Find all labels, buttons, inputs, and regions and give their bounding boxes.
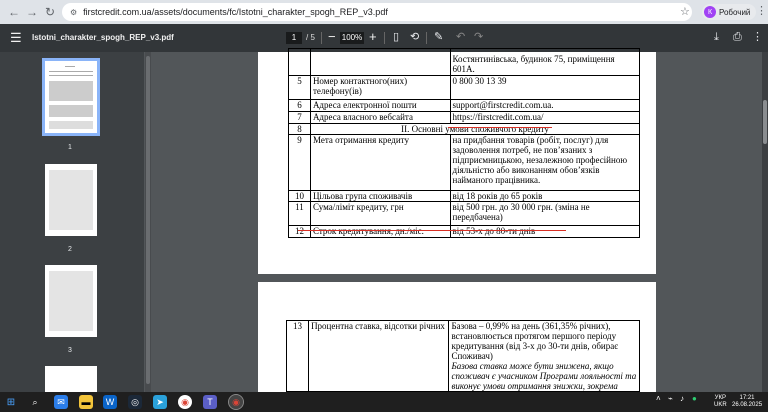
table-row: 9 Мета отримання кредиту на придбання то… [288, 134, 640, 191]
telegram-icon[interactable]: ➤ [153, 395, 167, 409]
thumbnail-label: 3 [68, 347, 72, 354]
forward-icon[interactable]: → [22, 2, 42, 22]
table-row: 6 Адреса електронної пошти support@first… [288, 99, 640, 112]
site-info-icon[interactable]: ⚙ [70, 8, 77, 17]
reload-icon[interactable]: ↻ [40, 2, 60, 22]
info-table: Костянтинівська, будинок 75, приміщення … [288, 48, 641, 238]
language-indicator[interactable]: УКР UKR [714, 395, 727, 409]
download-icon[interactable]: ⤓ [714, 31, 719, 44]
table-row: 10 Цільова група споживачів від 18 років… [288, 190, 640, 202]
sidebar-scrollbar[interactable] [146, 56, 150, 384]
profile-label: Робочий [719, 7, 751, 17]
table-row: 13 Процентна ставка, відсотки річних Баз… [285, 320, 640, 392]
main-scrollbar[interactable] [763, 100, 767, 144]
table-row: 7 Адреса власного вебсайта https://first… [288, 111, 640, 124]
toolbar-divider [321, 32, 322, 44]
windows-start-icon[interactable]: ⊞ [4, 395, 18, 409]
address-bar[interactable]: ⚙ firstcredit.com.ua/assets/documents/fc… [62, 3, 692, 21]
page-number-input[interactable]: 1 [286, 32, 302, 44]
table-row: 12 Строк кредитування, дн./міс. від 53-х… [288, 225, 640, 238]
search-icon[interactable]: ⌕ [28, 395, 42, 409]
pdf-file-name: Istotni_charakter_spogh_REP_v3.pdf [32, 33, 174, 42]
thumbnail-label: 1 [68, 144, 72, 151]
thumbnail-page-2[interactable] [45, 164, 97, 236]
pdf-page-2: 13 Процентна ставка, відсотки річних Баз… [258, 282, 656, 392]
zoom-in-button[interactable]: + [369, 29, 377, 44]
tray-chevron-icon[interactable]: ˄ [656, 395, 661, 403]
avatar: К [704, 6, 716, 18]
table-row: 11 Сума/ліміт кредиту, грн від 500 грн. … [288, 201, 640, 226]
website-link[interactable]: https://firstcredit.com.ua/ [449, 111, 640, 124]
zoom-level-input[interactable]: 100% [340, 32, 364, 44]
thumbnail-sidebar: 1 2 3 [0, 52, 144, 392]
rate-note: Базова ставка може бути знижена, якщо сп… [451, 361, 637, 391]
table-row: Костянтинівська, будинок 75, приміщення … [288, 48, 640, 76]
print-icon[interactable]: ⎙ [733, 31, 742, 44]
toolbar-divider [426, 32, 427, 44]
thumbnail-label: 2 [68, 246, 72, 253]
file-explorer-icon[interactable]: ▬ [79, 395, 93, 409]
annotate-icon[interactable]: ✎ [434, 31, 443, 44]
bookmark-star-icon[interactable]: ☆ [680, 5, 690, 18]
volume-icon[interactable]: ♪ [680, 395, 684, 403]
redo-icon[interactable]: ↷ [474, 31, 483, 44]
undo-icon[interactable]: ↶ [456, 31, 465, 44]
rate-table: 13 Процентна ставка, відсотки річних Баз… [285, 320, 640, 392]
network-icon[interactable]: ⌁ [668, 395, 673, 403]
highlight-underline [448, 127, 552, 128]
thumbnail-page-3[interactable] [45, 265, 97, 337]
back-icon[interactable]: ← [4, 2, 24, 22]
word-icon[interactable]: W [103, 395, 117, 409]
url-text: firstcredit.com.ua/assets/documents/fc/I… [83, 7, 388, 17]
steam-icon[interactable]: ◎ [128, 395, 142, 409]
menu-icon[interactable]: ☰ [10, 31, 22, 44]
toolbar-divider [384, 32, 385, 44]
mail-icon[interactable]: ✉ [54, 395, 68, 409]
taskbar: ⊞ ⌕ ✉ ▬ W ◎ ➤ ◉ T ◉ ˄ ⌁ ♪ ● УКР UKR 17:2… [0, 392, 768, 412]
browser-menu-icon[interactable]: ⋮ [756, 4, 767, 17]
fit-page-icon[interactable]: ▯ [393, 31, 399, 44]
more-options-icon[interactable]: ⋮ [752, 31, 763, 44]
browser-toolbar: ← → ↻ ⚙ firstcredit.com.ua/assets/docume… [0, 0, 768, 24]
email-link[interactable]: support@firstcredit.com.ua. [449, 99, 640, 112]
table-row: 5 Номер контактного(них) телефону(ів) 0 … [288, 75, 640, 100]
pdf-page-1: Костянтинівська, будинок 75, приміщення … [258, 48, 656, 274]
section-heading: II. Основні умови споживчого кредиту [309, 123, 641, 135]
page-total: / 5 [306, 33, 315, 42]
table-row: 8 II. Основні умови споживчого кредиту [288, 123, 641, 135]
security-icon[interactable]: ● [692, 395, 697, 403]
zoom-out-button[interactable]: − [328, 29, 336, 44]
chrome-active-icon[interactable]: ◉ [228, 394, 244, 410]
teams-icon[interactable]: T [203, 395, 217, 409]
clock[interactable]: 17:21 26.08.2025 [732, 395, 762, 409]
chrome-icon[interactable]: ◉ [178, 395, 192, 409]
thumbnail-page-1[interactable] [42, 58, 100, 136]
thumbnail-page-4[interactable] [45, 366, 97, 392]
rate-text: Базова – 0,99% на день (361,35% річних),… [451, 321, 619, 361]
highlight-underline [298, 230, 566, 231]
profile-button[interactable]: К Робочий [702, 4, 757, 20]
rotate-icon[interactable]: ⟲ [410, 31, 419, 44]
